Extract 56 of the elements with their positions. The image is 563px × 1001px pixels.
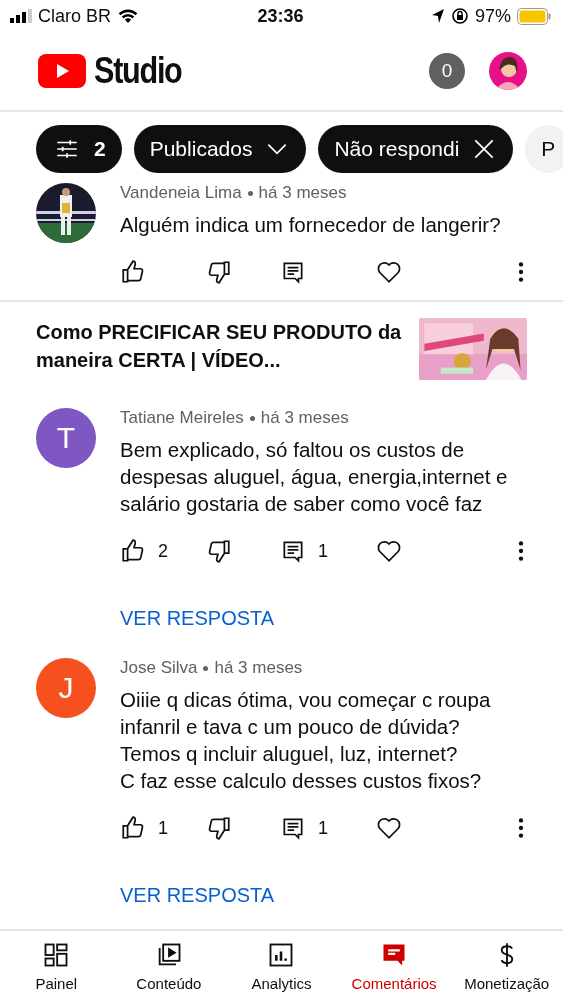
view-replies-link[interactable]: VER RESPOSTA xyxy=(120,607,527,630)
like-count: 2 xyxy=(158,540,168,562)
avatar: T xyxy=(36,408,96,468)
avatar: J xyxy=(36,658,96,718)
reply-icon[interactable] xyxy=(280,538,306,564)
filter-chip[interactable]: P xyxy=(525,125,563,173)
nav-tab[interactable]: Comentários xyxy=(337,931,451,1001)
comment-text: Bem explicado, só faltou os custos de despesas aluguel, água, energia,internet e salário gostaria de saber como você faz xyxy=(120,437,509,517)
thumbs-down-icon[interactable] xyxy=(206,538,232,564)
heart-icon[interactable] xyxy=(376,259,402,285)
location-arrow-icon xyxy=(431,8,445,24)
heart-icon[interactable] xyxy=(376,815,402,841)
reply-icon[interactable] xyxy=(280,259,306,285)
filter-chip[interactable]: 2 xyxy=(36,125,122,173)
video-title[interactable]: Como PRECIFICAR SEU PRODUTO da maneira CERTA | VÍDEO... xyxy=(36,318,407,374)
thumbs-up-icon[interactable] xyxy=(120,815,146,841)
signal-icon xyxy=(10,9,32,23)
battery-percent: 97% xyxy=(475,5,511,27)
reply-count: 1 xyxy=(318,817,328,839)
rotation-lock-icon xyxy=(451,7,469,25)
view-replies-link[interactable]: VER RESPOSTA xyxy=(120,884,527,907)
author-name: Vandeneia Lima xyxy=(120,183,242,203)
reply-icon[interactable] xyxy=(280,815,306,841)
comment-time: há 3 meses xyxy=(258,183,347,203)
clock-time: 23:36 xyxy=(257,5,304,27)
author-name: Jose Silva xyxy=(120,658,198,678)
more-icon[interactable] xyxy=(516,259,526,285)
comment-text: Oiiie q dicas ótima, vou começar c roupa infanril e tava c um pouco de dúvida? Temos q incluir aluguel, luz, internet? C faz esse calculo desses custos fixos? xyxy=(120,687,492,794)
comment-text: Alguém indica um fornecedor de langerir? xyxy=(120,212,502,238)
nav-tab[interactable]: Conteúdo xyxy=(112,931,226,1001)
play-logo-icon xyxy=(38,54,86,88)
filter-chip[interactable]: Publicados xyxy=(133,125,307,173)
thumbs-down-icon[interactable] xyxy=(206,815,232,841)
nav-tab[interactable]: Analytics xyxy=(225,931,338,1001)
reply-count: 1 xyxy=(318,540,328,562)
author-name: Tatiane Meireles xyxy=(120,408,244,428)
more-icon[interactable] xyxy=(516,538,526,564)
separator-dot-icon xyxy=(249,415,255,421)
notification-count[interactable]: 0 xyxy=(429,53,465,89)
logo-text: Studio xyxy=(94,50,182,92)
nav-tab[interactable]: Monetização xyxy=(450,931,563,1001)
like-count: 1 xyxy=(158,817,168,839)
thumbs-down-icon[interactable] xyxy=(206,259,232,285)
battery-icon xyxy=(517,7,551,25)
comment-time: há 3 meses xyxy=(214,658,303,678)
separator-dot-icon xyxy=(203,665,209,671)
separator-dot-icon xyxy=(247,190,253,196)
wifi-icon xyxy=(117,8,140,24)
filter-chip[interactable]: Não respondi xyxy=(318,125,514,173)
more-icon[interactable] xyxy=(516,815,526,841)
nav-tab[interactable]: Painel xyxy=(0,931,113,1001)
thumbs-up-icon[interactable] xyxy=(120,538,146,564)
heart-icon[interactable] xyxy=(376,538,402,564)
carrier-name: Claro BR xyxy=(38,5,112,27)
comment-time: há 3 meses xyxy=(260,408,349,428)
thumbs-up-icon[interactable] xyxy=(120,259,146,285)
